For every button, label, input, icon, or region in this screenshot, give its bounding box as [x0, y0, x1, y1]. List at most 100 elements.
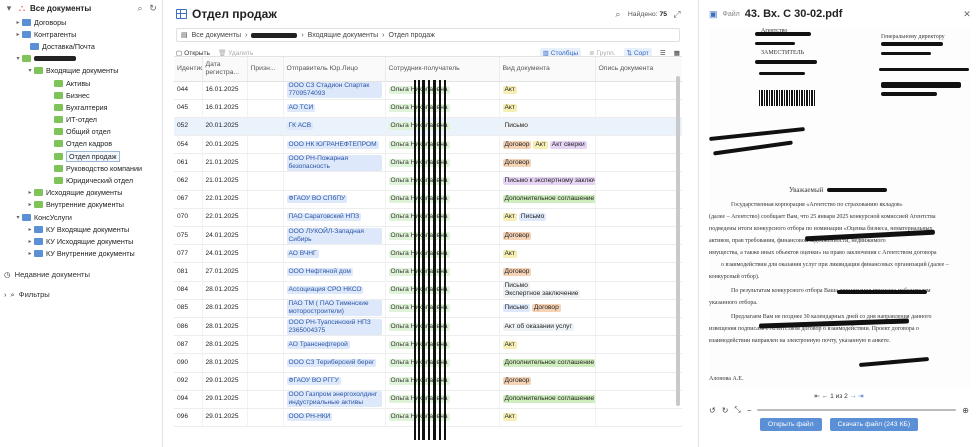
search-icon[interactable]: ⌕ [135, 3, 145, 14]
table-row[interactable]: 087 28.01.2025 АО Транснефтерой Ольга Никол… [174, 335, 682, 355]
next-page-icon[interactable]: → [850, 393, 857, 400]
tree-root-label[interactable]: Все документы [30, 4, 132, 13]
table-row[interactable]: 054 20.01.2025 ООО НК ЮГРАНЕФТЕПРОМ Ольга Н… [174, 135, 682, 155]
table-row[interactable]: 052 20.01.2025 ГК АСВ Ольга Николаевна Письм… [174, 117, 682, 137]
cell-sender-value[interactable]: ПАО ТМ ( ПАО Тименские моторостроители) [286, 300, 382, 317]
chevron-down-icon[interactable]: ▾ [14, 214, 22, 221]
column-header-doc-type[interactable]: Вид документа [499, 57, 596, 82]
tree-node[interactable]: Бизнес [0, 89, 162, 101]
tree-node[interactable]: ▾ Входящие документы [0, 65, 162, 77]
table-row[interactable]: 075 24.01.2025 ООО ЛУКОЙЛ-Западная Сибирь О… [174, 226, 682, 246]
table-scrollbar[interactable] [676, 76, 680, 406]
tree-node[interactable]: Юридический отдел [0, 174, 162, 186]
table-row[interactable]: 070 22.01.2025 ПАО Саратовский НПЗ Ольга Ни… [174, 208, 682, 228]
cell-sender-value[interactable]: ГК АСВ [286, 122, 314, 131]
table-row[interactable]: 067 22.01.2025 ФГАОУ ВО СПбПУ Ольга Николае… [174, 190, 682, 209]
chevron-right-icon[interactable]: ▸ [26, 250, 34, 257]
tree-node[interactable]: Активы [0, 77, 162, 89]
chevron-right-icon[interactable]: ▸ [14, 19, 22, 26]
cell-sender-value[interactable]: Ассоциация СРО НКСО [286, 286, 364, 295]
chevron-right-icon[interactable]: ▸ [14, 31, 22, 38]
table-row[interactable]: 044 16.01.2025 ООО СЗ Стадион Спартак 7709… [174, 81, 682, 100]
table-row[interactable]: 061 21.01.2025 ООО РН-Пожарная безопасност… [174, 153, 682, 173]
cell-sender-value[interactable]: ООО РН-Туапсинский НПЗ 2365004375 [286, 318, 382, 335]
tree-node[interactable]: Отдел кадров [0, 138, 162, 150]
chevron-right-icon[interactable]: ▸ [26, 189, 34, 196]
chevron-right-icon[interactable]: ▸ [26, 238, 34, 245]
tree-node[interactable]: ▾ КонсУслуги [0, 211, 162, 223]
tree-node[interactable]: Руководство компании [0, 162, 162, 174]
close-icon[interactable]: ✕ [962, 9, 972, 20]
column-header-inventory[interactable]: Опись документа [595, 57, 682, 82]
table-row[interactable]: 077 24.01.2025 АО ВЧНГ Ольга Николаевна Акт [174, 244, 682, 264]
tree-node[interactable]: Бухгалтерия [0, 101, 162, 113]
last-page-icon[interactable]: ⇥ [858, 393, 864, 400]
cell-sender-value[interactable]: ООО СЗ Териберский берег [286, 358, 377, 367]
chevron-right-icon[interactable]: ▸ [26, 226, 34, 233]
tree-node[interactable]: Доставка/Почта [0, 40, 162, 52]
first-page-icon[interactable]: ⇤ [814, 393, 820, 400]
zoom-out-icon[interactable]: − [747, 406, 752, 415]
table-row[interactable]: 085 28.01.2025 ПАО ТМ ( ПАО Тименские мото… [174, 299, 682, 318]
table-row[interactable]: 096 29.01.2025 ООО РН-НКИ Ольга Николаевна А… [174, 408, 682, 428]
tree-node[interactable]: ИТ-отдел [0, 114, 162, 126]
column-header-date[interactable]: Дата регистра... [202, 57, 248, 82]
cell-sender-value[interactable]: ФГАОУ ВО РГГУ [286, 377, 341, 386]
tree-node[interactable]: ▸ КУ Внутренние документы [0, 248, 162, 260]
table-row[interactable]: 084 28.01.2025 Ассоциация СРО НКСО Ольга Ни… [174, 281, 682, 300]
tree-node[interactable]: ▸ Контрагенты [0, 28, 162, 40]
breadcrumb-home-icon[interactable]: ▤ [181, 31, 188, 39]
open-file-button[interactable]: Открыть файл [759, 418, 822, 431]
cell-sender-value[interactable]: ООО ЛУКОЙЛ-Западная Сибирь [286, 227, 382, 244]
tree-node[interactable]: ▸ Исходящие документы [0, 187, 162, 199]
cell-sender-value[interactable]: АО ТСИ [286, 104, 316, 113]
table-row[interactable]: 092 29.01.2025 ФГАОУ ВО РГГУ Ольга Николаев… [174, 372, 682, 391]
search-icon[interactable]: ⌕ [613, 9, 623, 20]
rotate-left-icon[interactable]: ↺ [709, 406, 716, 415]
chevron-down-icon[interactable]: ▾ [26, 67, 34, 74]
prev-page-icon[interactable]: ← [822, 393, 829, 400]
cell-sender-value[interactable]: ООО НК ЮГРАНЕФТЕПРОМ [286, 140, 379, 149]
cell-sender-value[interactable]: ООО СЗ Стадион Спартак 7709574093 [286, 82, 382, 99]
fit-icon[interactable]: ⤡ [734, 405, 740, 415]
table-row[interactable]: 081 27.01.2025 ООО Нефтяной дом Ольга Никол… [174, 262, 682, 282]
column-header-id[interactable]: Идентифик... [174, 57, 203, 82]
column-header-sender[interactable]: Отправитель Юр.Лицо [283, 57, 386, 82]
cell-sender-value[interactable]: ФГАОУ ВО СПбПУ [286, 195, 348, 204]
table-row[interactable]: 045 16.01.2025 АО ТСИ Ольга Николаевна Акт [174, 99, 682, 118]
tree-node[interactable]: ▾ [0, 53, 162, 65]
table-row[interactable]: 062 21.01.2025 Ольга Николаевна Письмо к эк… [174, 171, 682, 191]
tree-node[interactable]: Отдел продаж [0, 150, 162, 162]
chevron-right-icon[interactable]: ▸ [26, 201, 34, 208]
cell-sender-value[interactable]: ПАО Саратовский НПЗ [286, 213, 362, 222]
tree-node[interactable]: Общий отдел [0, 126, 162, 138]
cell-sender-value[interactable]: АО Транснефтерой [286, 340, 350, 349]
table-row[interactable]: 086 28.01.2025 ООО РН-Туапсинский НПЗ 2365… [174, 317, 682, 337]
cell-sender-value[interactable]: ООО РН-НКИ [286, 413, 333, 422]
column-header-employee[interactable]: Сотрудник-получатель [385, 57, 500, 82]
tree-node[interactable]: ▸ КУ Входящие документы [0, 223, 162, 235]
table-row[interactable]: 090 28.01.2025 ООО СЗ Териберский берег Оль… [174, 353, 682, 373]
tree-collapse-icon[interactable]: ▾ [4, 3, 14, 14]
tree-node[interactable]: ▸ Внутренние документы [0, 199, 162, 211]
cell-sender-value[interactable]: ООО Нефтяной дом [286, 267, 353, 276]
cell-sender-value[interactable]: АО ВЧНГ [286, 249, 319, 258]
cell-sender-value[interactable]: ООО РН-Пожарная безопасность [286, 154, 382, 171]
chevron-down-icon[interactable]: ▾ [14, 55, 22, 62]
filters-section[interactable]: › ⌕ Фильтры [0, 288, 162, 302]
breadcrumb-item-2[interactable]: Отдел продаж [389, 32, 435, 39]
expand-icon[interactable]: ⤢ [672, 9, 682, 20]
download-file-button[interactable]: Скачать файл (243 КБ) [829, 418, 919, 431]
table-row[interactable]: 094 29.01.2025 ООО Газпром энергохолдинг и… [174, 390, 682, 409]
cell-sender-value[interactable]: ООО Газпром энергохолдинг индустриальные… [286, 391, 382, 408]
tree-node[interactable]: ▸ КУ Исходящие документы [0, 235, 162, 247]
tree-node[interactable]: ▸ Договоры [0, 16, 162, 28]
recent-documents-section[interactable]: ◷ Недавние документы [0, 268, 162, 282]
zoom-in-icon[interactable]: ⊕ [962, 406, 969, 415]
breadcrumb-item-0[interactable]: Все документы [192, 32, 241, 39]
refresh-icon[interactable]: ↻ [148, 3, 158, 14]
rotate-right-icon[interactable]: ↻ [722, 406, 729, 415]
zoom-slider[interactable] [757, 409, 957, 411]
breadcrumb-item-1[interactable]: Входящие документы [308, 32, 378, 39]
column-header-flag[interactable]: Призн... [247, 57, 284, 82]
